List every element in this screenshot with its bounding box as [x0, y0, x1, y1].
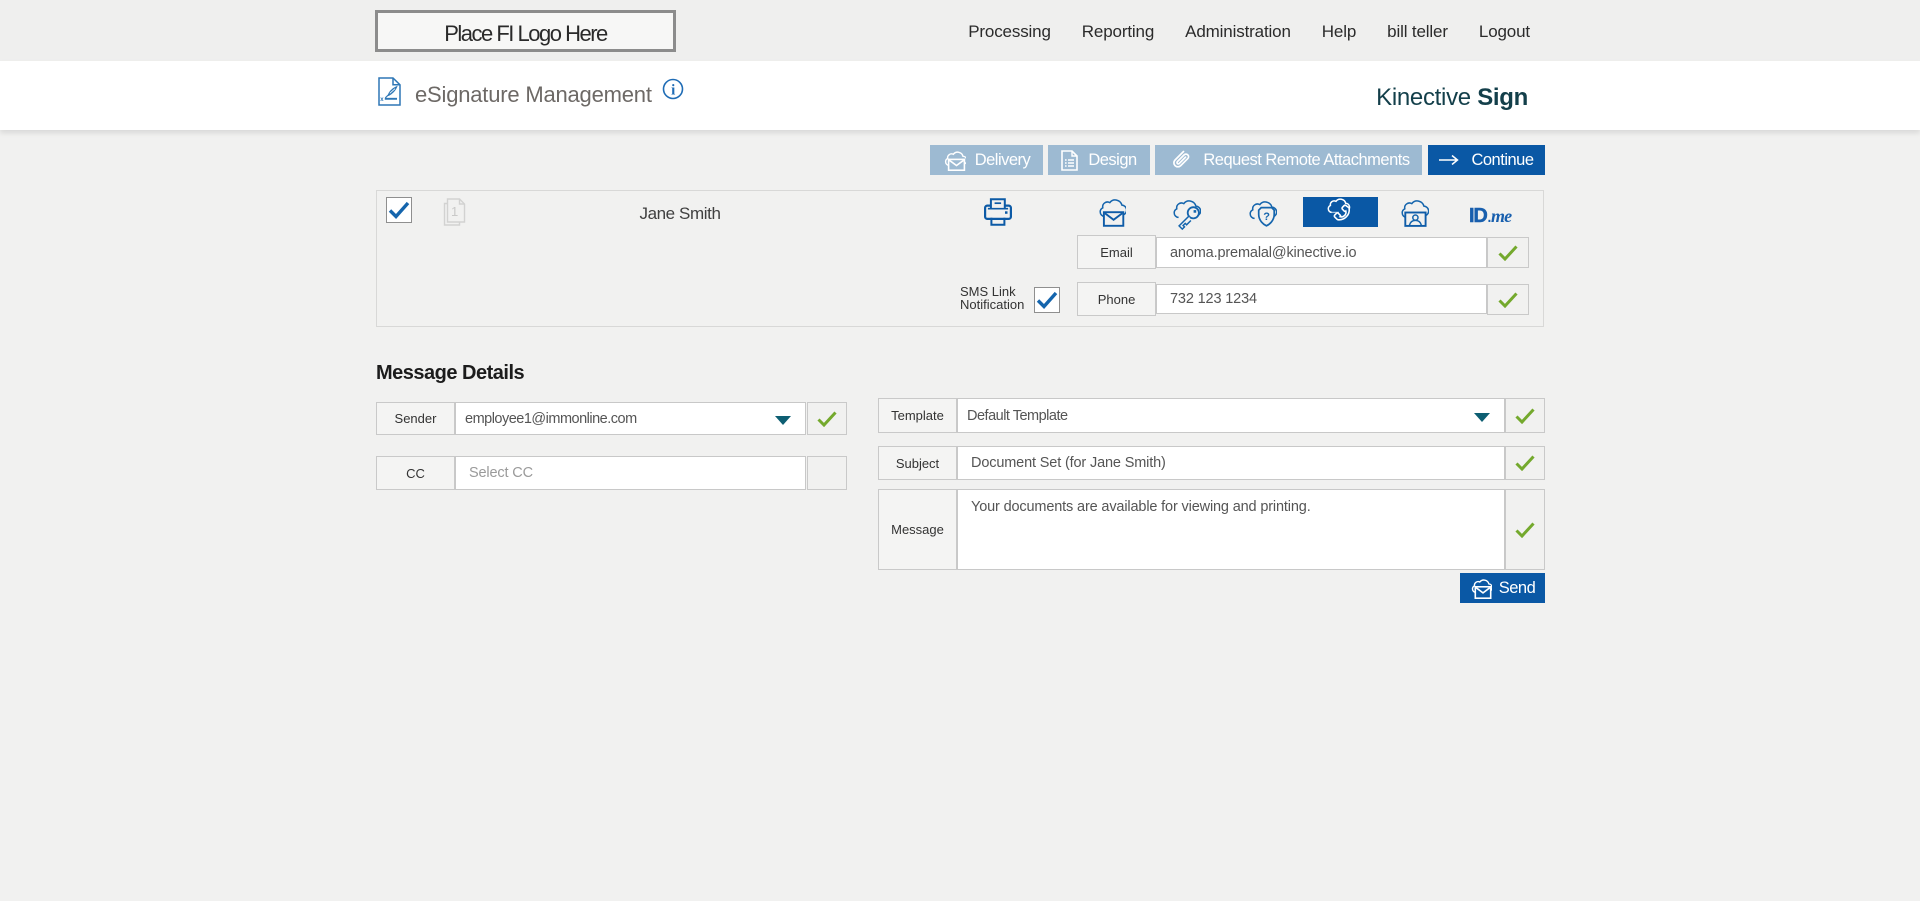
- svg-text:?: ?: [1263, 211, 1270, 223]
- svg-text:1: 1: [451, 204, 458, 219]
- svg-text:i: i: [671, 82, 675, 98]
